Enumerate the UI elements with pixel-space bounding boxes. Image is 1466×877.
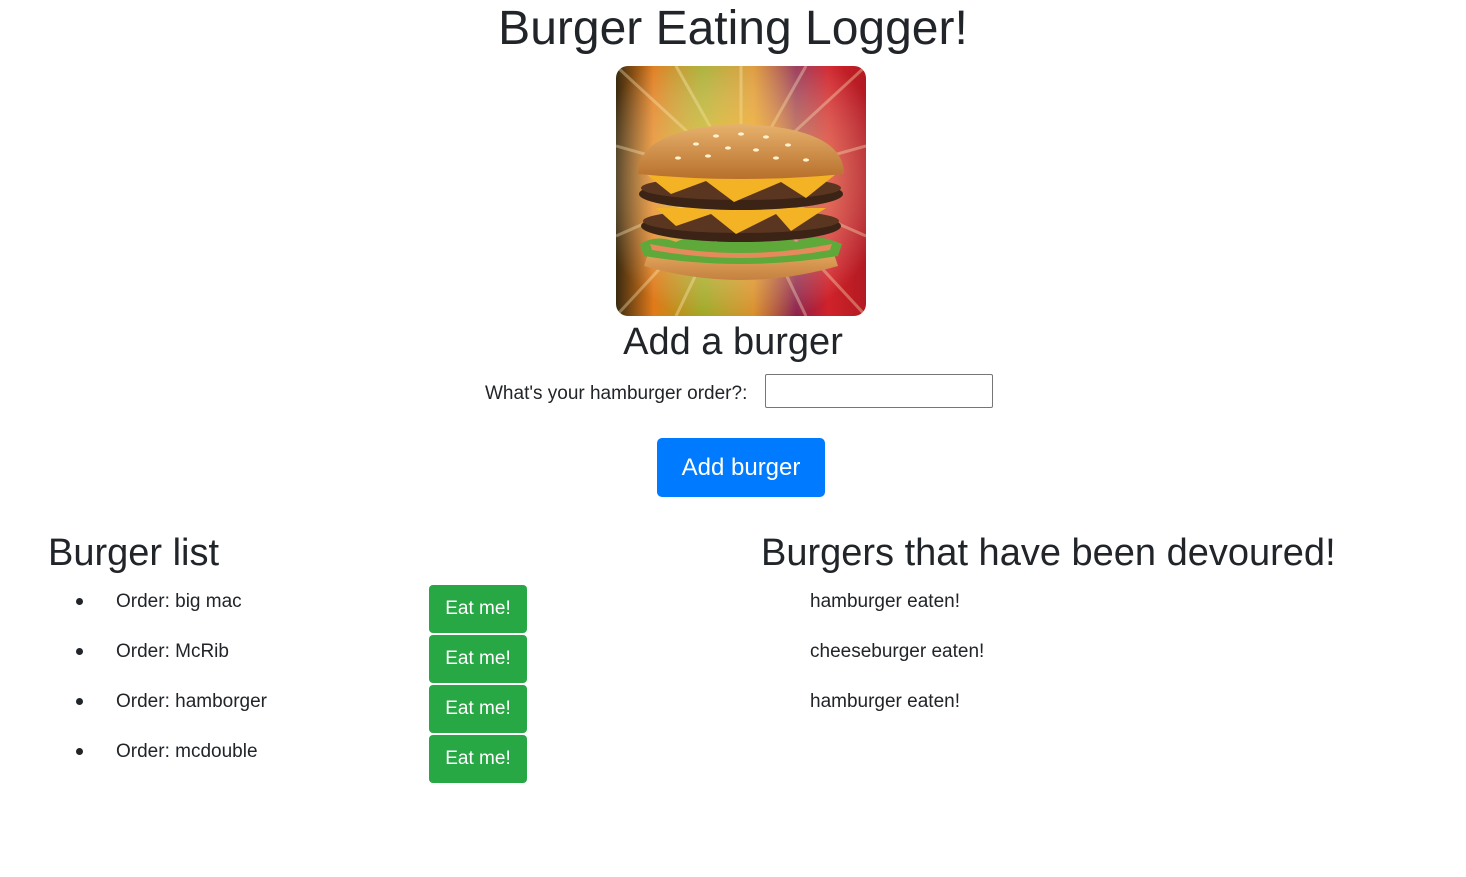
burger-list-heading: Burger list bbox=[48, 532, 220, 574]
list-item: Order: mcdouble Eat me! bbox=[0, 735, 700, 785]
bullet-icon bbox=[76, 648, 83, 655]
devoured-heading: Burgers that have been devoured! bbox=[761, 532, 1336, 574]
order-input[interactable] bbox=[765, 374, 993, 408]
burger-image bbox=[616, 66, 866, 316]
bullet-icon bbox=[76, 748, 83, 755]
devoured-text: hamburger eaten! bbox=[810, 591, 960, 612]
bullet-icon bbox=[76, 698, 83, 705]
burger-order-text: Order: McRib bbox=[116, 641, 229, 662]
devoured-list: hamburger eaten! cheeseburger eaten! ham… bbox=[810, 585, 984, 735]
devoured-text: cheeseburger eaten! bbox=[810, 641, 985, 662]
eat-me-button[interactable]: Eat me! bbox=[429, 685, 527, 733]
burger-order-text: Order: mcdouble bbox=[116, 741, 258, 762]
list-item: hamburger eaten! bbox=[810, 585, 984, 635]
burger-list: Order: big mac Eat me! Order: McRib Eat … bbox=[0, 585, 700, 785]
devoured-text: hamburger eaten! bbox=[810, 691, 960, 712]
list-item: Order: hamborger Eat me! bbox=[0, 685, 700, 735]
list-item: cheeseburger eaten! bbox=[810, 635, 984, 685]
add-burger-button[interactable]: Add burger bbox=[657, 438, 825, 497]
bullet-icon bbox=[76, 598, 83, 605]
eat-me-button[interactable]: Eat me! bbox=[429, 585, 527, 633]
eat-me-button[interactable]: Eat me! bbox=[429, 735, 527, 783]
burger-order-text: Order: hamborger bbox=[116, 691, 268, 712]
eat-me-button[interactable]: Eat me! bbox=[429, 635, 527, 683]
list-item: Order: big mac Eat me! bbox=[0, 585, 700, 635]
page-title: Burger Eating Logger! bbox=[498, 2, 968, 55]
order-label: What's your hamburger order?: bbox=[485, 383, 748, 404]
list-item: Order: McRib Eat me! bbox=[0, 635, 700, 685]
add-burger-heading: Add a burger bbox=[623, 321, 843, 363]
page: Burger Eating Logger! Add a burger What'… bbox=[0, 0, 1466, 877]
list-item: hamburger eaten! bbox=[810, 685, 984, 735]
burger-order-text: Order: big mac bbox=[116, 591, 242, 612]
